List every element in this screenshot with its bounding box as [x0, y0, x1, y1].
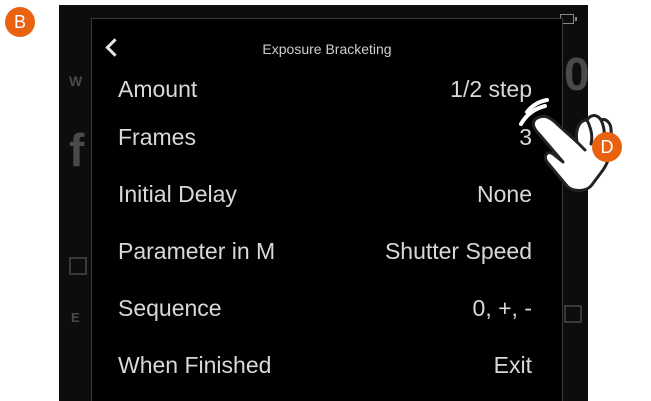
menu-row-label: Amount	[118, 75, 198, 102]
background-aperture-glyph: f	[69, 124, 85, 176]
menu-row-label: Parameter in M	[118, 238, 276, 264]
menu-row-initial-delay[interactable]: Initial Delay None	[92, 166, 562, 223]
menu-row-value: Shutter Speed	[384, 238, 532, 264]
menu-row-sequence[interactable]: Sequence 0, +, -	[92, 280, 562, 337]
menu-row-label: Initial Delay	[118, 181, 237, 207]
camera-screen: W f E 0 Exposure Bracketing Amount 1/2 s…	[59, 5, 588, 401]
menu-list: Amount 1/2 step Frames 3 Initial Delay N…	[92, 71, 562, 394]
menu-row-label: When Finished	[118, 352, 272, 378]
menu-row-amount[interactable]: Amount 1/2 step	[92, 69, 562, 109]
background-indicator-box	[69, 257, 87, 275]
menu-row-when-finished[interactable]: When Finished Exit	[92, 337, 562, 394]
menu-row-value: Exit	[493, 352, 532, 378]
menu-row-frames[interactable]: Frames 3	[92, 109, 562, 166]
background-ev-glyph: E	[71, 310, 80, 325]
exposure-bracketing-menu: Exposure Bracketing Amount 1/2 step Fram…	[91, 18, 563, 401]
callout-d-badge: D	[592, 132, 622, 162]
menu-row-parameter-in-m[interactable]: Parameter in M Shutter Speed	[92, 223, 562, 280]
callout-b-badge: B	[5, 7, 35, 37]
menu-title: Exposure Bracketing	[262, 41, 392, 57]
menu-row-label: Frames	[118, 124, 196, 150]
background-indicator-box-right	[564, 305, 582, 323]
menu-row-label: Sequence	[118, 295, 222, 321]
menu-row-value: 0, +, -	[472, 295, 532, 321]
background-mode-glyph: W	[69, 73, 83, 89]
